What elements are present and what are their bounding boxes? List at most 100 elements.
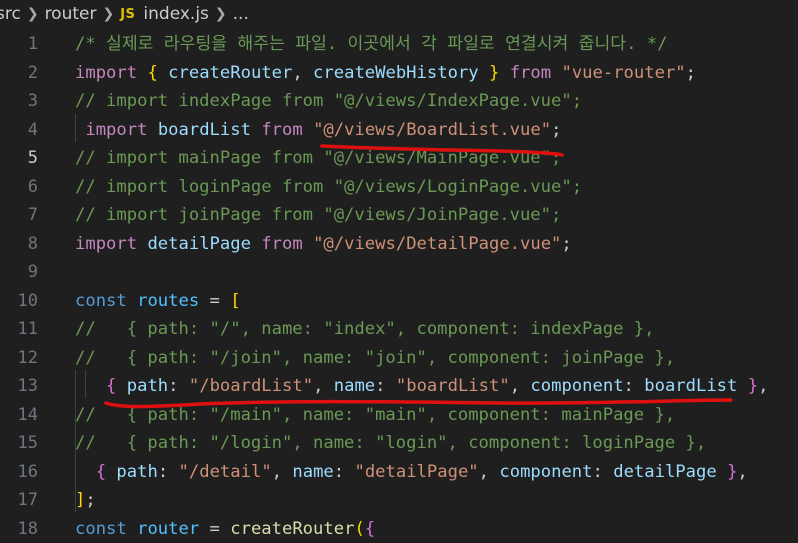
code-token: name <box>334 376 375 396</box>
code-token: createWebHistory <box>313 63 479 83</box>
code-line[interactable]: 13 { path: "/boardList", name: "boardLis… <box>0 372 798 401</box>
code-token: // { path: "/main", name: "main", compon… <box>75 405 675 425</box>
line-number: 9 <box>0 258 38 287</box>
code-token <box>106 462 116 482</box>
line-number: 17 <box>0 486 38 515</box>
code-token: , <box>737 462 747 482</box>
code-editor[interactable]: 1/* 실제로 라우팅을 해주는 파일. 이곳에서 각 파일로 연결시켜 줍니다… <box>0 28 798 529</box>
code-token: detailPage <box>147 234 250 254</box>
code-token: /* 실제로 라우팅을 해주는 파일. 이곳에서 각 파일로 연결시켜 줍니다.… <box>75 34 668 54</box>
code-token: import <box>75 234 137 254</box>
line-number: 12 <box>0 344 38 373</box>
code-token: : <box>593 462 614 482</box>
code-text[interactable]: { path: "/detail", name: "detailPage", c… <box>75 458 748 487</box>
line-number: 13 <box>0 372 38 401</box>
line-number: 10 <box>0 287 38 316</box>
code-text[interactable]: // { path: "/join", name: "join", compon… <box>75 344 675 373</box>
line-number: 2 <box>0 59 38 88</box>
code-text[interactable]: // { path: "/login", name: "login", comp… <box>75 429 706 458</box>
code-line[interactable]: 5 // import mainPage from "@/views/MainPa… <box>0 144 798 173</box>
code-token <box>127 291 137 311</box>
chevron-right-icon: ❯ <box>102 6 114 22</box>
code-token: , <box>272 462 293 482</box>
code-token: // { path: "/login", name: "login", comp… <box>75 433 706 453</box>
code-token: "vue-router" <box>561 63 685 83</box>
code-line[interactable]: 1/* 실제로 라우팅을 해주는 파일. 이곳에서 각 파일로 연결시켜 줍니다… <box>0 30 798 59</box>
code-token <box>303 120 313 140</box>
code-line[interactable]: 6// import loginPage from "@/views/Login… <box>0 173 798 202</box>
code-token <box>479 63 489 83</box>
code-text[interactable]: // import mainPage from "@/views/MainPag… <box>75 144 561 173</box>
code-line[interactable]: 17]; <box>0 486 798 515</box>
code-token: detailPage <box>613 462 716 482</box>
line-number: 7 <box>0 201 38 230</box>
code-token: : <box>158 462 179 482</box>
code-token <box>251 234 261 254</box>
code-token <box>551 63 561 83</box>
code-token: { <box>106 376 116 396</box>
chevron-right-icon: ❯ <box>27 6 39 22</box>
code-token: component <box>530 376 623 396</box>
code-line[interactable]: 8import detailPage from "@/views/DetailP… <box>0 230 798 259</box>
code-token: } <box>727 462 737 482</box>
code-token: ] <box>75 490 85 510</box>
code-text[interactable]: // import indexPage from "@/views/IndexP… <box>75 87 582 116</box>
line-number: 14 <box>0 401 38 430</box>
line-number: 4 <box>0 116 38 145</box>
code-text[interactable]: ]; <box>75 486 96 515</box>
code-line[interactable]: 12 // { path: "/join", name: "join", comp… <box>0 344 798 373</box>
code-text[interactable]: const routes = [ <box>75 287 241 316</box>
code-token <box>303 234 313 254</box>
code-text[interactable]: { path: "/boardList", name: "boardList",… <box>75 372 768 401</box>
code-token: createRouter <box>158 63 293 83</box>
code-token: from <box>261 120 302 140</box>
code-line[interactable]: 4 import boardList from "@/views/BoardLi… <box>0 116 798 145</box>
code-text[interactable]: // import joinPage from "@/views/JoinPag… <box>75 201 561 230</box>
code-token: path <box>127 376 168 396</box>
code-token <box>717 462 727 482</box>
breadcrumb-file[interactable]: index.js <box>143 4 209 24</box>
code-line[interactable]: 10 const routes = [ <box>0 287 798 316</box>
code-token: // import loginPage from "@/views/LoginP… <box>75 177 582 197</box>
code-token: boardList <box>644 376 737 396</box>
code-token <box>251 120 261 140</box>
code-token <box>75 376 106 396</box>
code-token: } <box>489 63 499 83</box>
code-text[interactable]: // { path: "/main", name: "main", compon… <box>75 401 675 430</box>
code-token: : <box>624 376 645 396</box>
chevron-right-icon: ❯ <box>215 6 227 22</box>
code-token: path <box>116 462 157 482</box>
code-token: } <box>748 376 758 396</box>
code-token: , <box>479 462 500 482</box>
breadcrumb-src[interactable]: src <box>0 4 21 24</box>
code-text[interactable]: /* 실제로 라우팅을 해주는 파일. 이곳에서 각 파일로 연결시켜 줍니다.… <box>75 30 668 59</box>
code-token: , <box>758 376 768 396</box>
code-line[interactable]: 2 import { createRouter, createWebHistory… <box>0 59 798 88</box>
code-token: "/boardList" <box>189 376 313 396</box>
code-text[interactable]: // import loginPage from "@/views/LoginP… <box>75 173 582 202</box>
code-token: component <box>499 462 592 482</box>
code-text[interactable]: import detailPage from "@/views/DetailPa… <box>75 230 572 259</box>
breadcrumb-router[interactable]: router <box>45 4 97 24</box>
code-token: import <box>75 63 137 83</box>
code-token: // { path: "/", name: "index", component… <box>75 319 654 339</box>
code-token: { <box>96 462 106 482</box>
code-text[interactable]: import boardList from "@/views/BoardList… <box>75 116 561 145</box>
code-line[interactable]: 16 { path: "/detail", name: "detailPage"… <box>0 458 798 487</box>
line-number: 5 <box>0 144 38 173</box>
code-token: ; <box>561 234 571 254</box>
code-token: , <box>292 63 313 83</box>
code-line[interactable]: 9 <box>0 258 798 287</box>
code-token: ; <box>551 120 561 140</box>
code-token <box>499 63 509 83</box>
code-text[interactable]: // { path: "/", name: "index", component… <box>75 315 654 344</box>
code-line[interactable]: 3// import indexPage from "@/views/Index… <box>0 87 798 116</box>
breadcrumb-symbols[interactable]: ... <box>233 4 249 24</box>
code-line[interactable]: 15// { path: "/login", name: "login", co… <box>0 429 798 458</box>
code-text[interactable]: import { createRouter, createWebHistory … <box>75 59 696 88</box>
code-line[interactable]: 7 // import joinPage from "@/views/JoinPa… <box>0 201 798 230</box>
code-line[interactable]: 14 // { path: "/main", name: "main", comp… <box>0 401 798 430</box>
javascript-file-icon: JS <box>120 7 135 22</box>
code-token: from <box>510 63 551 83</box>
code-line[interactable]: 11// { path: "/", name: "index", compone… <box>0 315 798 344</box>
